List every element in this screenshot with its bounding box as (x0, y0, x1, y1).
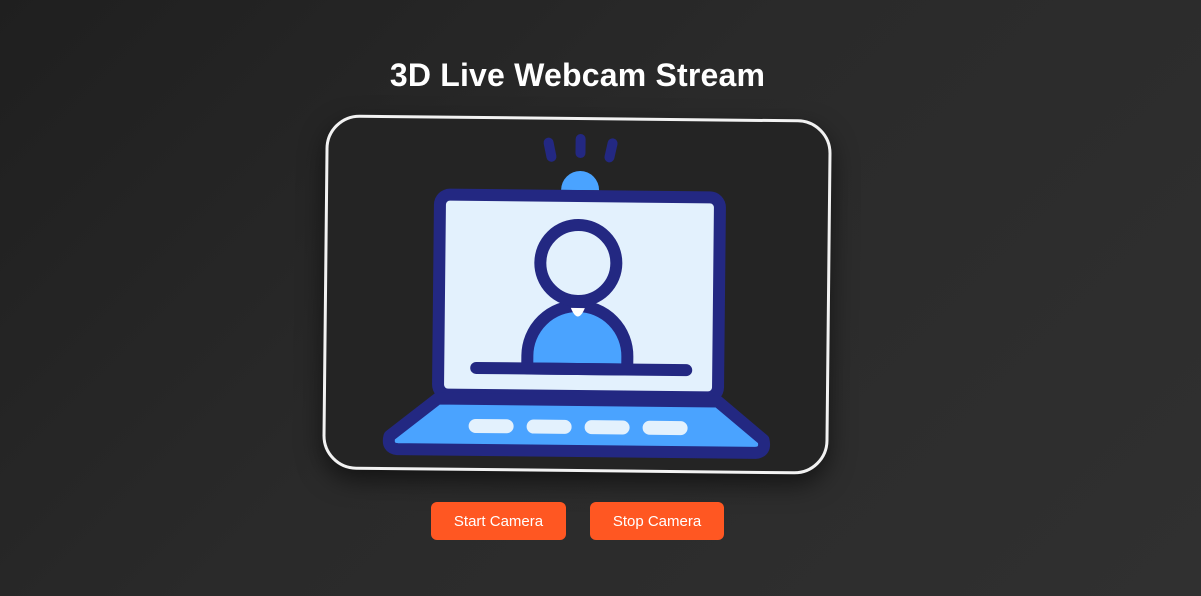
start-camera-button[interactable]: Start Camera (431, 502, 566, 540)
laptop-webcam-icon (382, 134, 771, 459)
webcam-lens-icon (561, 171, 600, 191)
page-title: 3D Live Webcam Stream (389, 57, 766, 93)
laptop-base (382, 392, 771, 459)
camera-controls: Start Camera Stop Camera (431, 502, 724, 540)
user-head-icon (534, 219, 623, 308)
video-frame (322, 114, 832, 475)
signal-rays-icon (543, 134, 618, 163)
stop-camera-button[interactable]: Stop Camera (590, 502, 724, 540)
